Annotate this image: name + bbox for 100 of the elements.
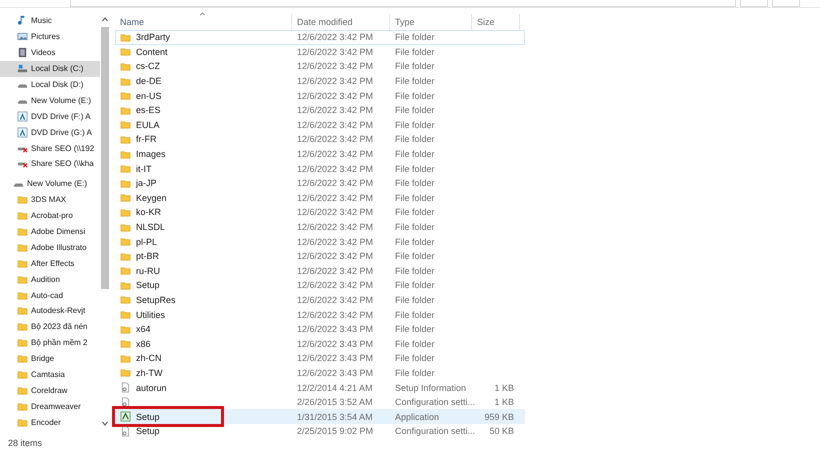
sidebar-item[interactable]: Camtasia (0, 366, 100, 382)
folder-icon (120, 163, 131, 174)
date-cell-text: 12/6/2022 3:43 PM (296, 323, 374, 336)
file-row[interactable]: en-US 12/6/2022 3:42 PM File folder (115, 88, 525, 103)
file-row[interactable]: ko-KR 12/6/2022 3:42 PM File folder (115, 205, 525, 220)
sidebar-item[interactable]: Share SEO (\\192 (0, 140, 100, 156)
file-row[interactable]: Setup 1/31/2015 3:54 AM Application 959 KB (115, 409, 525, 424)
folder-icon (17, 226, 28, 238)
file-row[interactable]: zh-TW 12/6/2022 3:43 PM File folder (115, 366, 525, 380)
sidebar-item[interactable]: Coreldraw (0, 382, 100, 398)
folder-icon (17, 274, 28, 285)
type-cell-text: Setup Information (394, 382, 468, 395)
date-cell-text: 12/6/2022 3:42 PM (296, 192, 374, 205)
date-cell-text: 12/6/2022 3:43 PM (296, 338, 374, 351)
folder-icon (17, 369, 28, 380)
column-header[interactable]: Name (115, 14, 292, 30)
sidebar-item[interactable]: Bộ 2023 đã nén (0, 318, 100, 335)
sidebar-item[interactable]: Adobe Dimensi (0, 224, 100, 240)
sidebar-item[interactable]: New Volume (E:) (0, 176, 100, 192)
settings-file-icon (120, 426, 131, 437)
date-cell-text: 12/6/2022 3:42 PM (296, 236, 374, 249)
folder-icon (120, 148, 131, 160)
sidebar-item[interactable]: Audition (0, 271, 100, 288)
file-name: fr-FR (136, 134, 156, 144)
film-icon (17, 47, 28, 58)
folder-icon (120, 134, 131, 145)
type-cell-text: File folder (394, 206, 436, 220)
file-row[interactable]: 3rdParty 12/6/2022 3:42 PM File folder (115, 30, 525, 45)
folder-icon (17, 290, 28, 301)
type-cell-text: File folder (394, 177, 436, 190)
file-row[interactable]: SetupRes 12/6/2022 3:42 PM File folder (115, 292, 525, 308)
sidebar-item[interactable]: Encoder (0, 414, 100, 430)
file-name: autorun (136, 382, 167, 393)
sidebar-item[interactable]: DVD Drive (G:) A (0, 124, 100, 140)
folder-icon (120, 32, 131, 43)
sort-caret-icon (199, 12, 206, 16)
file-row[interactable]: Content 12/6/2022 3:42 PM File folder (115, 44, 525, 60)
type-cell-text: File folder (394, 264, 436, 278)
sidebar-item[interactable]: Pictures (0, 28, 100, 45)
file-name: it-IT (136, 164, 152, 174)
folder-icon (17, 416, 28, 428)
file-name: Setup (136, 412, 160, 422)
sidebar-item[interactable]: Bridge (0, 350, 100, 367)
sidebar-item[interactable]: 3DS MAX (0, 192, 100, 208)
sidebar-item[interactable]: Adobe Illustrato (0, 239, 100, 256)
folder-icon (17, 210, 28, 222)
file-row[interactable]: it-IT 12/6/2022 3:42 PM File folder (115, 161, 525, 176)
file-row[interactable]: fr-FR 12/6/2022 3:42 PM File folder (115, 132, 525, 147)
folder-icon (120, 178, 131, 189)
column-header[interactable]: Size (472, 14, 520, 30)
file-row[interactable]: zh-CN 12/6/2022 3:43 PM File folder (115, 351, 525, 366)
sidebar-item[interactable]: Music (0, 13, 100, 29)
file-row[interactable]: pl-PL 12/6/2022 3:42 PM File folder (115, 234, 525, 249)
file-row[interactable]: Utilities 12/6/2022 3:42 PM File folder (115, 307, 525, 322)
file-row[interactable]: 2/26/2015 3:52 AM Configuration setti... 1 KB (115, 394, 525, 410)
sidebar-item[interactable]: Auto-cad (0, 287, 100, 304)
file-row[interactable]: ja-JP 12/6/2022 3:42 PM File folder (115, 176, 525, 191)
folder-icon (120, 294, 131, 306)
column-header[interactable]: Type (390, 14, 472, 30)
file-name: Images (136, 149, 166, 160)
settings-file-icon (120, 396, 131, 408)
sidebar-item[interactable]: Local Disk (C:) (0, 60, 100, 77)
file-row[interactable]: Setup 12/6/2022 3:42 PM File folder (115, 278, 525, 293)
sidebar-item[interactable]: New Volume (E:) (0, 92, 100, 108)
file-row[interactable]: autorun 12/2/2014 4:21 AM Setup Information 1 KB (115, 380, 525, 395)
file-row[interactable]: NLSDL 12/6/2022 3:42 PM File folder (115, 220, 525, 234)
sidebar-item[interactable]: Share SEO (\\kha (0, 156, 100, 172)
file-row[interactable]: es-ES 12/6/2022 3:42 PM File folder (115, 102, 525, 118)
file-row[interactable]: x86 12/6/2022 3:43 PM File folder (115, 336, 525, 352)
sidebar-item[interactable]: After Effects (0, 255, 100, 272)
file-name: zh-TW (136, 368, 162, 378)
system-drive-icon (17, 63, 28, 74)
sidebar-item[interactable]: Videos (0, 44, 100, 61)
sidebar-item[interactable]: Dreamweaver (0, 398, 100, 414)
file-row[interactable]: Setup 2/25/2015 9:02 PM Configuration setti... 50 KB (115, 424, 525, 439)
type-cell-text: Configuration setti... (394, 396, 472, 410)
date-cell-text: 12/6/2022 3:43 PM (296, 352, 374, 366)
file-row[interactable]: Images 12/6/2022 3:42 PM File folder (115, 146, 525, 162)
type-cell-text: File folder (394, 162, 436, 176)
file-name: ja-JP (136, 178, 157, 188)
file-row[interactable]: cs-CZ 12/6/2022 3:42 PM File folder (115, 59, 525, 74)
file-row[interactable]: de-DE 12/6/2022 3:42 PM File folder (115, 74, 525, 88)
date-cell-text: 2/25/2015 9:02 PM (296, 425, 374, 438)
folder-icon (17, 384, 28, 396)
type-cell-text: File folder (394, 118, 436, 132)
file-row[interactable]: Keygen 12/6/2022 3:42 PM File folder (115, 190, 525, 206)
sidebar-item[interactable]: Acrobat-pro (0, 208, 100, 224)
date-cell-text: 12/6/2022 3:42 PM (296, 221, 374, 234)
date-cell-text: 12/6/2022 3:42 PM (296, 133, 374, 146)
sidebar-item[interactable]: Bộ phần mềm 2 (0, 334, 100, 351)
sidebar-item[interactable]: DVD Drive (F:) A (0, 108, 100, 124)
disc-drive-icon (17, 126, 28, 138)
sidebar-item[interactable]: Autodesk-Revjt (0, 303, 100, 319)
column-header[interactable]: Date modified (292, 14, 390, 30)
sidebar-item[interactable]: Local Disk (D:) (0, 76, 100, 92)
file-row[interactable]: EULA 12/6/2022 3:42 PM File folder (115, 118, 525, 132)
file-row[interactable]: pt-BR 12/6/2022 3:42 PM File folder (115, 248, 525, 264)
file-row[interactable]: ru-RU 12/6/2022 3:42 PM File folder (115, 264, 525, 278)
folder-icon (120, 324, 131, 335)
file-row[interactable]: x64 12/6/2022 3:43 PM File folder (115, 322, 525, 336)
